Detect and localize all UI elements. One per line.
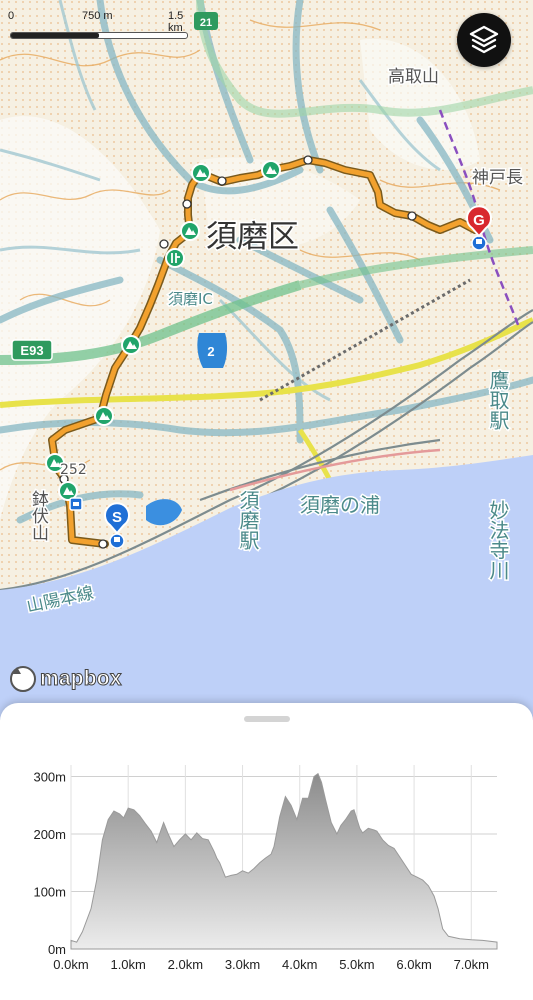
waypoint-dot (407, 211, 417, 221)
svg-text:21: 21 (200, 17, 212, 29)
start-marker-label: S (112, 509, 122, 526)
scale-end-label: 1.5 km (168, 10, 184, 34)
suma-station-label: 須磨駅 (236, 490, 260, 551)
mapbox-logo-icon (10, 666, 36, 692)
waypoint-dot (217, 176, 227, 186)
x-tick-label: 1.0km (110, 957, 145, 972)
x-tick-label: 4.0km (282, 957, 317, 972)
x-tick-label: 6.0km (396, 957, 431, 972)
elevation-sheet[interactable]: 0m 100m 200m 300m 0.0km 1.0km 2.0km 3.0km 4.0km… (0, 703, 533, 1000)
elevation-area (70, 772, 498, 950)
expressway-shield: E93 (11, 339, 53, 361)
summit-icon (191, 163, 211, 183)
x-tick-label: 3.0km (225, 957, 260, 972)
suma-no-ura-label: 須磨の浦 (300, 493, 380, 517)
x-tick-label: 0.0km (53, 957, 88, 972)
ropeway-icon (69, 497, 83, 511)
ward-label: 須磨区 (206, 219, 299, 255)
suma-ic-label: 須磨IC (168, 290, 213, 308)
layers-icon (469, 25, 499, 54)
scale-bar: 0 750 m 1.5 km (8, 10, 188, 40)
waypoint-dot (98, 539, 108, 549)
x-tick-label: 5.0km (339, 957, 374, 972)
elevation-chart: 0m 100m 200m 300m 0.0km 1.0km 2.0km 3.0km 4.0km… (33, 765, 498, 972)
mountain-label: 高取山 (388, 67, 439, 87)
x-tick-label: 7.0km (454, 957, 489, 972)
summit-icon (180, 221, 200, 241)
myohoji-river-label: 妙法寺川 (486, 500, 510, 580)
layers-button[interactable] (457, 13, 511, 67)
map-canvas[interactable]: S G E93 2 21 須磨区 高取山 神戸長 須磨の浦 須磨IC 252 鷹… (0, 0, 533, 720)
mapbox-attribution[interactable]: mapbox (10, 664, 122, 694)
scale-bar-fill (11, 33, 99, 38)
y-tick-label: 100m (33, 885, 66, 900)
route-2-label: 2 (207, 344, 214, 359)
summit-icon (121, 335, 141, 355)
station-icon-start (109, 533, 125, 549)
rest-area-icon (165, 248, 185, 268)
summit-icon (94, 406, 114, 426)
takatori-station-label: 鷹取駅 (486, 370, 510, 431)
waypoint-dot (159, 239, 169, 249)
x-tick-label: 2.0km (168, 957, 203, 972)
goal-marker-label: G (473, 212, 485, 229)
scale-mid-label: 750 m (82, 10, 113, 22)
station-icon-goal (471, 235, 487, 251)
svg-text:E93: E93 (20, 343, 43, 358)
waypoint-dot (303, 155, 313, 165)
summit-icon (261, 160, 281, 180)
y-tick-label: 0m (48, 942, 66, 957)
road-252-label: 252 (60, 462, 87, 478)
y-tick-label: 300m (33, 770, 66, 785)
y-tick-label: 200m (33, 827, 66, 842)
kobe-nagata-label: 神戸長 (472, 168, 523, 188)
hachibuseyama-label: 鉢伏山 (28, 490, 49, 541)
scale-start-label: 0 (8, 10, 15, 22)
scale-bar-track (10, 32, 188, 39)
mapbox-wordmark: mapbox (40, 667, 123, 691)
map-view[interactable]: S G E93 2 21 須磨区 高取山 神戸長 須磨の浦 須磨IC 252 鷹… (0, 0, 533, 720)
waypoint-dot (182, 199, 192, 209)
road-21-shield: 21 (194, 12, 218, 30)
